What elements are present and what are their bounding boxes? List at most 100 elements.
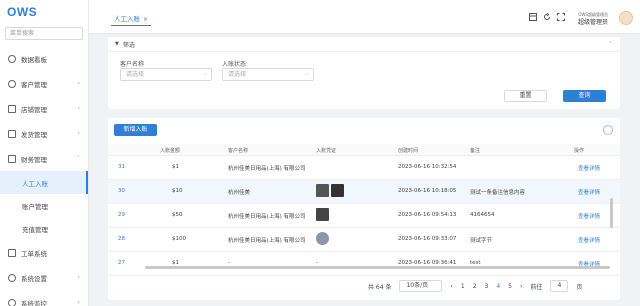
table-row[interactable]: 31 $1 杭州佳美日用品(上海) 有限公司 2023-06-16 10:32:… bbox=[108, 156, 620, 180]
chevron-right-icon: › bbox=[77, 105, 80, 112]
menu-search-input[interactable]: 菜单搜索 bbox=[5, 27, 83, 40]
sidebar-item-dashboard[interactable]: 数据看板 bbox=[0, 46, 88, 71]
voucher-thumbnail[interactable] bbox=[316, 232, 329, 245]
page-size-value: 10条/页 bbox=[406, 282, 429, 289]
page-suffix: 页 bbox=[576, 283, 583, 291]
column-header: 操作 bbox=[574, 148, 585, 154]
refresh-icon[interactable] bbox=[543, 12, 551, 21]
search-button[interactable]: 查询 bbox=[563, 90, 606, 102]
row-time: 2023-06-16 09:54:13 bbox=[398, 212, 457, 218]
customer-select[interactable]: 请选择 ⌵ bbox=[120, 68, 212, 81]
tab-label: 人工入账 bbox=[114, 14, 140, 23]
add-entry-button[interactable]: 新增入账 bbox=[114, 124, 157, 136]
voucher-thumbnail[interactable] bbox=[316, 208, 329, 221]
table-row[interactable]: 30 $10 杭州佳美 2023-06-16 10:18:05 测试一条备注信息… bbox=[108, 180, 620, 204]
chevron-right-icon: › bbox=[77, 80, 80, 87]
tab-manual-entry[interactable]: 人工入账 × bbox=[111, 13, 152, 26]
user-name: 超级管理员 bbox=[578, 19, 609, 26]
settings-icon bbox=[8, 273, 16, 282]
voucher-thumbnail[interactable] bbox=[316, 184, 329, 197]
page-jump-input[interactable]: 4 bbox=[550, 280, 569, 292]
sidebar-item-label: 系统设置 bbox=[21, 274, 47, 283]
page-size-select[interactable]: 10条/页 bbox=[399, 280, 443, 292]
row-note: 测试一条备注信息内容 bbox=[470, 190, 526, 196]
fullscreen-icon[interactable] bbox=[557, 13, 565, 21]
column-header: 备注 bbox=[470, 148, 481, 154]
toolbar-icons bbox=[529, 12, 565, 21]
table-row[interactable]: 28 $100 杭州佳美日用品(上海) 有限公司 2023-06-16 09:3… bbox=[108, 228, 620, 252]
table-row[interactable]: 29 $50 杭州佳美日用品(上海) 有限公司 2023-06-16 09:54… bbox=[108, 204, 620, 228]
chevron-down-icon: ⌵ bbox=[203, 71, 207, 77]
sidebar-item-label: 店铺管理 bbox=[21, 105, 47, 114]
sidebar-item-customers[interactable]: 客户管理 › bbox=[0, 71, 88, 96]
ticket-icon bbox=[8, 248, 16, 257]
layout-icon[interactable] bbox=[529, 13, 537, 21]
row-time: 2023-06-16 09:33:07 bbox=[398, 236, 457, 242]
view-detail-link[interactable]: 查看详情 bbox=[578, 212, 600, 220]
column-header: 入账凭证 bbox=[316, 148, 337, 154]
page-number-current[interactable]: 4 bbox=[496, 283, 500, 290]
horizontal-scrollbar[interactable] bbox=[145, 266, 610, 269]
view-detail-link[interactable]: 查看详情 bbox=[578, 164, 600, 172]
row-id: 31 bbox=[118, 164, 125, 170]
collapse-icon[interactable]: ˄ bbox=[609, 41, 612, 48]
total-count: 共 64 条 bbox=[368, 283, 392, 291]
sidebar-item-label: 客户管理 bbox=[21, 80, 47, 89]
row-id: 27 bbox=[118, 260, 125, 266]
sidebar-item-delivery[interactable]: 发货管理 › bbox=[0, 121, 88, 146]
voucher-thumbnail[interactable] bbox=[331, 184, 344, 197]
pagination: 共 64 条 10条/页 ‹ 1 2 3 4 5 › 前往 4 页 bbox=[368, 280, 582, 292]
filter-header[interactable]: ▼ 筛选 ˄ bbox=[108, 37, 620, 52]
sidebar-item-monitor[interactable]: 系统监控 › bbox=[0, 290, 88, 306]
sidebar-item-settings[interactable]: 系统设置 › bbox=[0, 265, 88, 290]
status-filter-label: 入账状态 bbox=[222, 61, 247, 68]
row-customer: 杭州佳美 bbox=[228, 190, 251, 196]
avatar[interactable] bbox=[619, 11, 633, 25]
next-page-icon[interactable]: › bbox=[520, 283, 522, 290]
page-number[interactable]: 2 bbox=[473, 283, 477, 290]
sidebar-subitem-recharge[interactable]: 充值管理 bbox=[0, 217, 88, 240]
sidebar-subitem-manual-entry[interactable]: 人工入账 bbox=[0, 171, 88, 194]
customer-select-placeholder: 请选择 bbox=[126, 71, 145, 78]
user-role: OWS超级管理员 bbox=[578, 12, 609, 17]
page-number[interactable]: 3 bbox=[485, 283, 489, 290]
filter-title: 筛选 bbox=[122, 41, 135, 49]
close-icon[interactable]: × bbox=[143, 14, 148, 25]
sidebar-item-finance[interactable]: 财务管理 ˄ bbox=[0, 146, 88, 171]
view-detail-link[interactable]: 查看详情 bbox=[578, 236, 600, 244]
row-amount: $1 bbox=[172, 164, 179, 170]
user-info[interactable]: OWS超级管理员 超级管理员 bbox=[578, 11, 608, 27]
row-amount: $10 bbox=[172, 188, 183, 194]
row-note: 测试字节 bbox=[470, 238, 493, 244]
sidebar-item-tickets[interactable]: 工单系统 bbox=[0, 240, 88, 265]
customer-icon bbox=[8, 79, 16, 88]
vertical-scrollbar[interactable] bbox=[610, 198, 613, 228]
reset-button[interactable]: 重置 bbox=[504, 90, 547, 102]
delivery-icon bbox=[8, 129, 16, 138]
sidebar-item-label: 发货管理 bbox=[21, 130, 47, 139]
row-id: 30 bbox=[118, 188, 125, 194]
sidebar-item-shops[interactable]: 店铺管理 › bbox=[0, 96, 88, 121]
view-detail-link[interactable]: 查看详情 bbox=[578, 188, 600, 196]
row-id: 29 bbox=[118, 212, 125, 218]
chevron-right-icon: › bbox=[77, 274, 80, 281]
page-number[interactable]: 5 bbox=[508, 283, 512, 290]
column-settings-icon[interactable] bbox=[603, 125, 613, 135]
sidebar-item-label: 系统监控 bbox=[21, 299, 47, 306]
chevron-down-icon: ˄ bbox=[77, 155, 80, 162]
status-select[interactable]: 请选择 ⌵ bbox=[222, 68, 314, 81]
table-header: 入账金额 客户名称 入账凭证 创建时间 备注 操作 bbox=[108, 144, 620, 156]
sidebar: OWS 菜单搜索 数据看板 客户管理 › 店铺管理 › 发货管理 › 财务管理 … bbox=[0, 0, 89, 306]
status-select-placeholder: 请选择 bbox=[228, 71, 247, 78]
row-customer: 杭州佳美日用品(上海) 有限公司 bbox=[228, 166, 306, 172]
table-row[interactable]: 27 $1 - - 2023-06-16 09:36:41 test 查看详情 bbox=[108, 252, 620, 276]
page-number[interactable]: 1 bbox=[461, 283, 465, 290]
row-id: 28 bbox=[118, 236, 125, 242]
row-customer: 杭州佳美日用品(上海) 有限公司 bbox=[228, 214, 306, 220]
prev-page-icon[interactable]: ‹ bbox=[450, 283, 452, 290]
chevron-down-icon: ⌵ bbox=[305, 71, 309, 77]
sidebar-subitem-accounts[interactable]: 账户管理 bbox=[0, 194, 88, 217]
app-logo[interactable]: OWS bbox=[0, 0, 88, 24]
table-panel: 新增入账 入账金额 客户名称 入账凭证 创建时间 备注 操作 31 $1 杭州佳… bbox=[108, 118, 620, 300]
sidebar-item-label: 财务管理 bbox=[21, 155, 47, 164]
